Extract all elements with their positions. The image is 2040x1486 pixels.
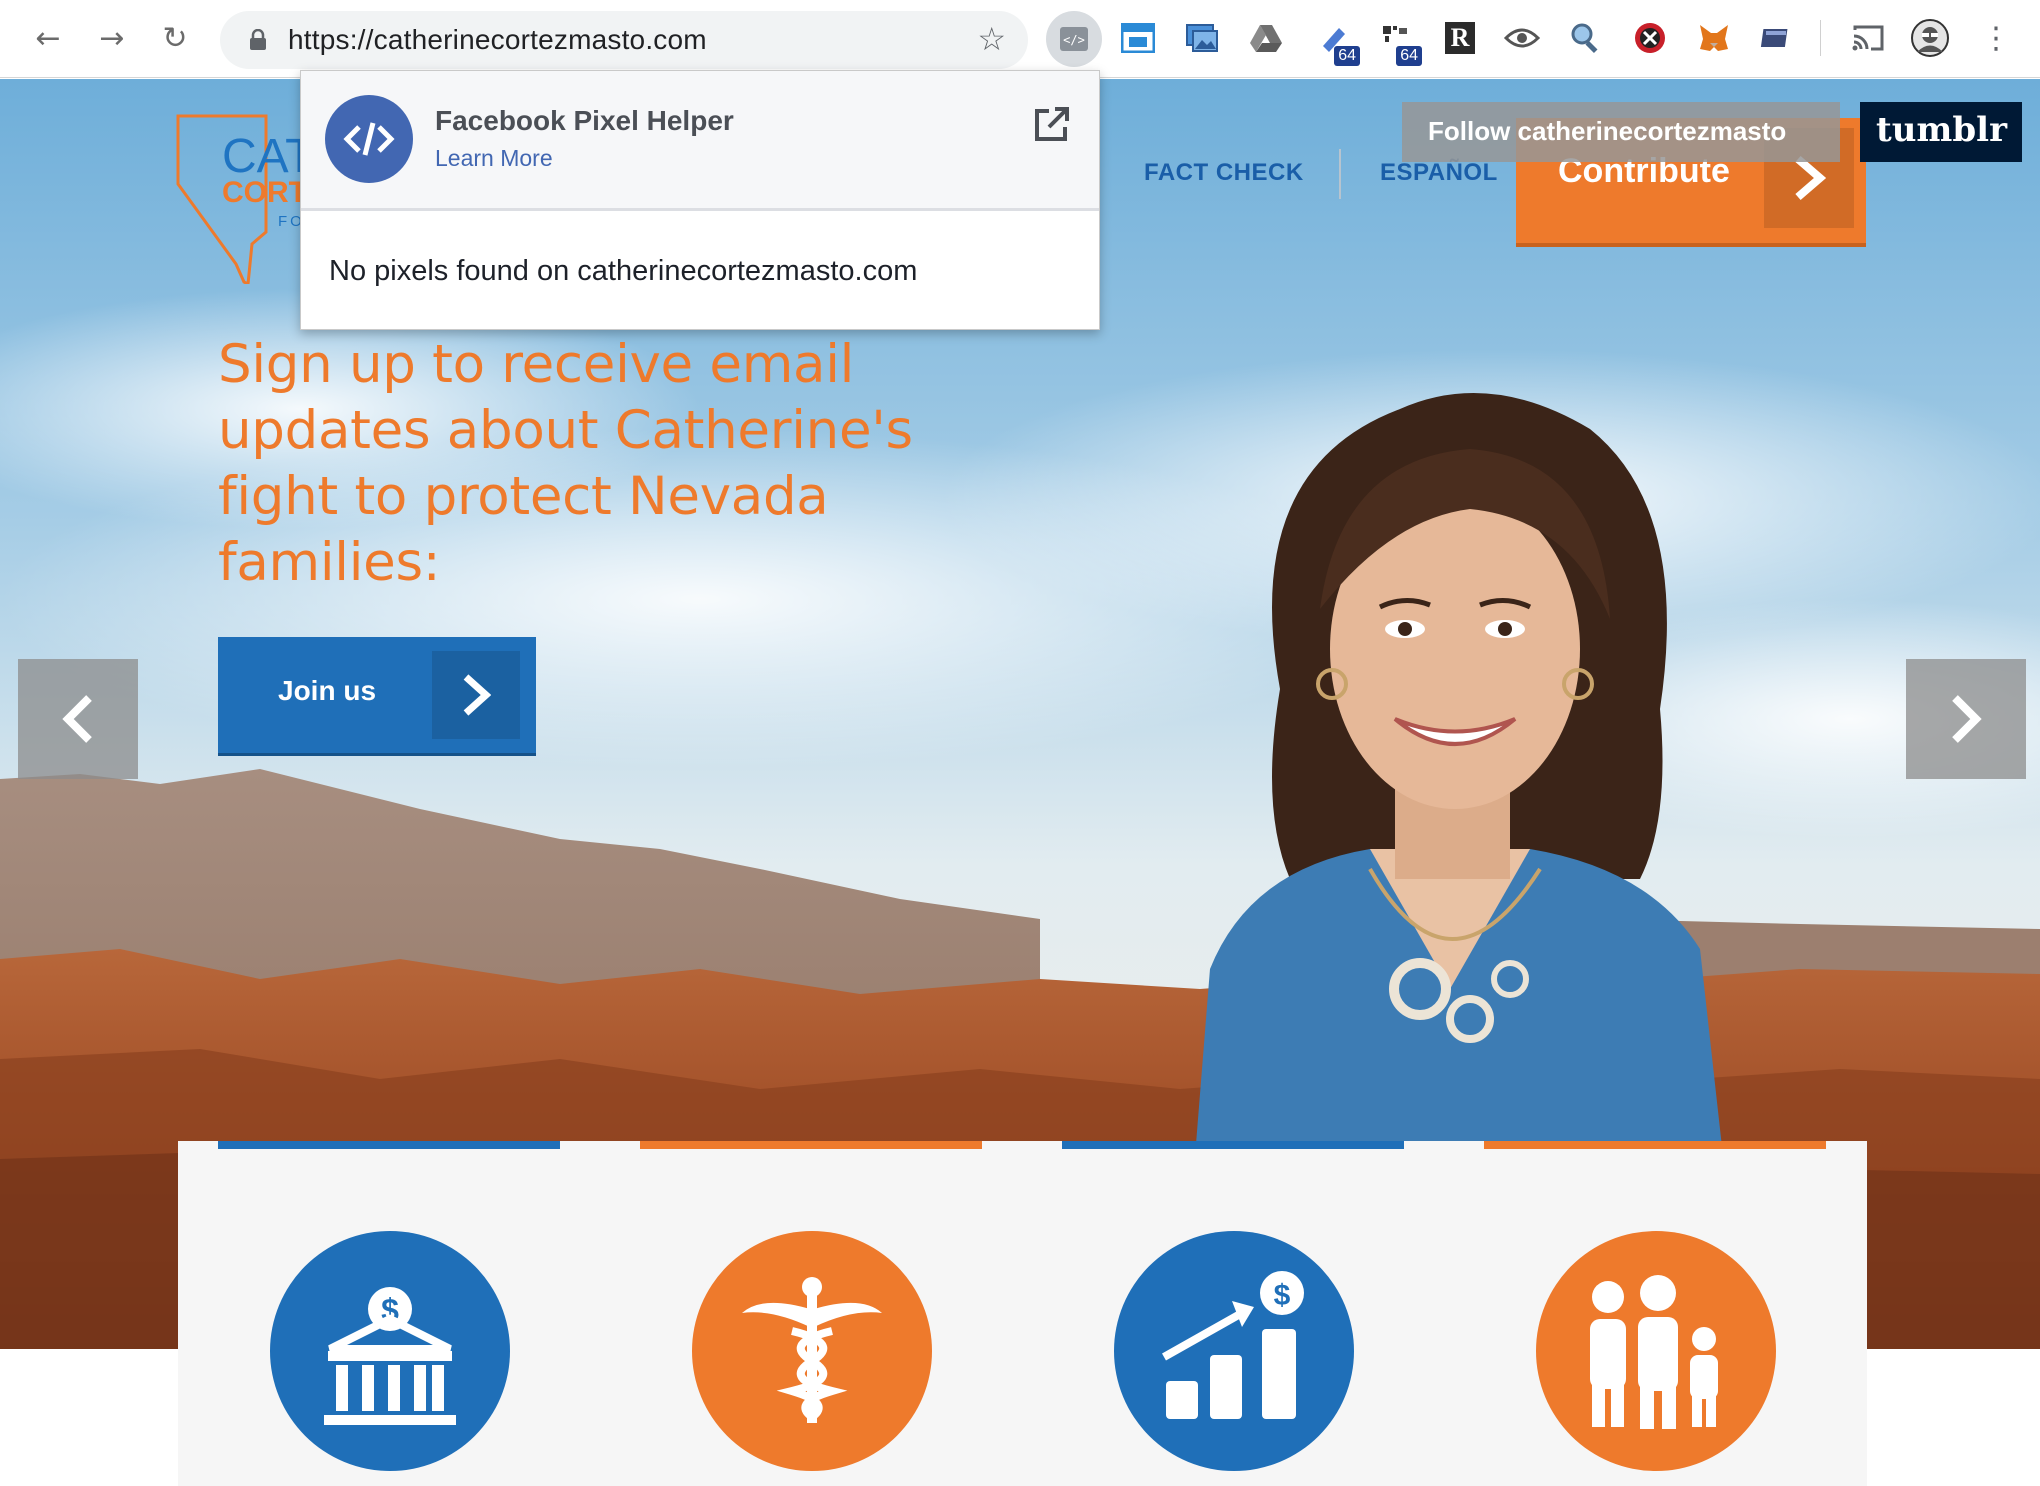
magnifier-icon[interactable] xyxy=(1566,18,1606,58)
popup-header: Facebook Pixel Helper Learn More xyxy=(301,71,1099,211)
carousel-previous-button[interactable] xyxy=(18,659,138,779)
reload-icon: ↻ xyxy=(162,20,188,56)
pixel-helper-code-icon xyxy=(325,95,413,183)
kebab-menu-icon: ⋮ xyxy=(1981,20,2011,56)
popup-title: Facebook Pixel Helper xyxy=(435,105,734,136)
tumblr-follow-text: Follow catherinecortezmasto xyxy=(1428,116,1787,146)
blocker-icon[interactable] xyxy=(1630,18,1670,58)
bookmark-star-icon[interactable]: ☆ xyxy=(977,23,1006,55)
facebook-pixel-helper-popup: Facebook Pixel Helper Learn More No pixe… xyxy=(300,70,1100,330)
nav-link-espanol[interactable]: ESPAÑOL xyxy=(1380,159,1498,187)
family-icon xyxy=(1590,1275,1718,1429)
base64-encoder-icon[interactable]: 64 xyxy=(1314,18,1360,66)
tumblr-logo-text: tumblr xyxy=(1876,110,2008,150)
nav-divider xyxy=(1339,149,1341,199)
back-arrow-icon: ← xyxy=(35,20,61,56)
caduceus-icon xyxy=(742,1277,882,1423)
readability-icon[interactable]: R xyxy=(1440,18,1480,58)
issue-accent-bar xyxy=(640,1141,982,1149)
carousel-next-button[interactable] xyxy=(1906,659,2026,779)
issues-panel: $ $ xyxy=(178,1141,1867,1486)
nav-link-fact-check[interactable]: FACT CHECK xyxy=(1144,159,1304,187)
issue-accent-bar xyxy=(1062,1141,1404,1149)
google-drive-icon[interactable] xyxy=(1246,18,1286,58)
popup-message: No pixels found on catherinecortezmasto.… xyxy=(329,255,918,287)
issue-families-card[interactable] xyxy=(1536,1231,1776,1471)
chevron-right-icon xyxy=(1952,695,1982,743)
image-tool-icon[interactable] xyxy=(1182,18,1222,58)
back-button[interactable]: ← xyxy=(28,18,68,58)
facebook-pixel-helper-extension-icon[interactable]: </> xyxy=(1046,11,1102,67)
learn-more-link[interactable]: Learn More xyxy=(435,145,553,172)
reload-button[interactable]: ↻ xyxy=(155,18,195,58)
svg-text:$: $ xyxy=(1274,1279,1291,1312)
tumblr-follow-button[interactable]: Follow catherinecortezmasto xyxy=(1402,102,1840,162)
tumblr-logo[interactable]: tumblr xyxy=(1860,102,2022,162)
readability-letter: R xyxy=(1445,22,1475,54)
chevron-right-icon xyxy=(432,651,520,739)
eye-icon[interactable] xyxy=(1502,18,1542,58)
base64-badge: 64 xyxy=(1334,46,1360,66)
url-text[interactable]: https://catherinecortezmasto.com xyxy=(288,24,707,56)
open-external-icon[interactable] xyxy=(1031,105,1071,145)
base64-decoder-icon[interactable]: 64 xyxy=(1376,18,1422,66)
metamask-fox-icon[interactable] xyxy=(1694,18,1734,58)
base64-badge: 64 xyxy=(1396,46,1422,66)
bank-dollar-icon: $ xyxy=(324,1287,456,1425)
issue-economy-card[interactable]: $ xyxy=(270,1231,510,1471)
toolbar-separator xyxy=(1820,20,1821,56)
forward-arrow-icon: → xyxy=(99,20,125,56)
hero-heading: Sign up to receive email updates about C… xyxy=(218,334,913,593)
forward-button[interactable]: → xyxy=(92,18,132,58)
svg-text:</>: </> xyxy=(1063,33,1085,47)
issue-healthcare-card[interactable] xyxy=(692,1231,932,1471)
issue-jobs-card[interactable]: $ xyxy=(1114,1231,1354,1471)
issue-accent-bar xyxy=(218,1141,560,1149)
cast-icon[interactable] xyxy=(1848,18,1888,58)
browser-menu-icon[interactable]: ⋮ xyxy=(1976,18,2016,58)
candidate-portrait xyxy=(1190,393,1730,1219)
issue-accent-bar xyxy=(1484,1141,1826,1149)
browser-toolbar: ← → ↻ https://catherinecortezmasto.com ☆… xyxy=(0,0,2040,78)
window-resizer-icon[interactable] xyxy=(1118,18,1158,58)
profile-avatar-icon[interactable] xyxy=(1910,18,1950,58)
chevron-left-icon xyxy=(62,695,92,743)
join-us-button[interactable]: Join us xyxy=(218,637,536,753)
tab-manager-icon[interactable] xyxy=(1756,18,1796,58)
address-bar[interactable]: https://catherinecortezmasto.com ☆ xyxy=(220,11,1028,69)
join-us-label: Join us xyxy=(278,675,377,706)
logo-text-line-2: CORT xyxy=(222,176,307,209)
growth-chart-icon: $ xyxy=(1162,1271,1304,1419)
lock-icon xyxy=(250,29,266,50)
